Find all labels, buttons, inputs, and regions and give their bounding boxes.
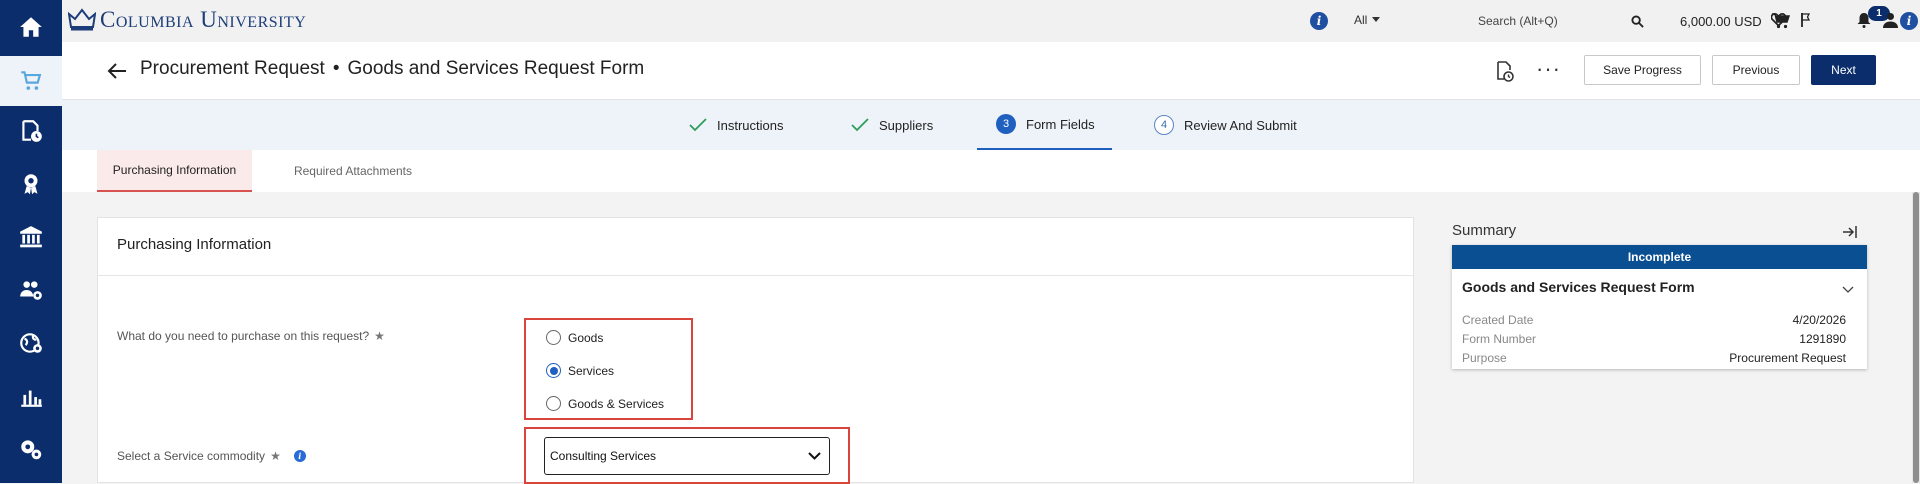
user-group-settings-icon[interactable]	[0, 265, 62, 315]
institution-building-icon[interactable]	[0, 212, 62, 262]
service-commodity-label-text: Select a Service commodity	[117, 449, 266, 463]
summary-key: Form Number	[1462, 332, 1537, 346]
page-title: Procurement Request • Goods and Services R…	[140, 58, 644, 80]
tab-purchasing-information[interactable]: Purchasing Information	[97, 150, 252, 192]
selected-commodity: Consulting Services	[550, 449, 657, 463]
radio-option-goods-and-services[interactable]: Goods & Services	[546, 396, 664, 411]
back-arrow-icon[interactable]	[106, 60, 128, 82]
search-scope-dropdown[interactable]: All	[1354, 13, 1381, 27]
step-label: Suppliers	[879, 117, 934, 133]
radio-button[interactable]	[546, 363, 561, 378]
award-ribbon-icon[interactable]	[0, 159, 62, 209]
step-label: Form Fields	[1026, 116, 1095, 132]
summary-heading: Summary	[1452, 222, 1517, 239]
step-number: 4	[1154, 115, 1174, 135]
bell-icon[interactable]	[1854, 10, 1874, 30]
tab-required-attachments[interactable]: Required Attachments	[278, 150, 428, 192]
scrollbar-thumb[interactable]	[1913, 192, 1919, 483]
cart-total-amount: 6,000.00 USD	[1680, 13, 1762, 29]
title-separator: •	[332, 58, 340, 79]
radio-label: Services	[568, 363, 615, 378]
checkmark-icon	[689, 118, 707, 132]
search-icon[interactable]	[1631, 14, 1644, 28]
checkmark-icon	[851, 118, 869, 132]
step-review-and-submit[interactable]: 4 Review And Submit	[1154, 100, 1297, 150]
summary-key: Created Date	[1462, 313, 1534, 327]
radio-button[interactable]	[546, 330, 561, 345]
service-commodity-highlight: Consulting Services	[524, 427, 850, 484]
section-title: Purchasing Information	[117, 236, 272, 253]
search-placeholder: Search (Alt+Q)	[1478, 14, 1558, 28]
more-options-button[interactable]: ···	[1536, 56, 1561, 82]
brand-logo[interactable]: Columbia University	[68, 7, 306, 33]
radio-option-services[interactable]: Services	[546, 363, 614, 378]
caret-down-icon	[1372, 17, 1381, 22]
chevron-down-icon[interactable]	[1842, 283, 1854, 295]
radio-button[interactable]	[546, 396, 561, 411]
service-commodity-label: Select a Service commodity ★ i	[117, 449, 306, 463]
top-bar: Columbia University i All Search (Alt+Q)…	[62, 0, 1920, 42]
crown-icon	[68, 8, 96, 31]
summary-value: 4/20/2026	[1792, 313, 1846, 327]
summary-row-form-number: Form Number 1291890	[1462, 332, 1846, 346]
summary-value: Procurement Request	[1729, 351, 1846, 365]
save-progress-button[interactable]: Save Progress	[1584, 55, 1701, 85]
summary-row-created-date: Created Date 4/20/2026	[1462, 313, 1846, 327]
bar-chart-icon[interactable]	[0, 371, 62, 421]
favorites-heart-icon[interactable]	[1768, 10, 1788, 30]
step-form-fields[interactable]: 3 Form Fields	[977, 100, 1112, 150]
purchase-type-label-text: What do you need to purchase on this req…	[117, 329, 370, 343]
next-button[interactable]: Next	[1811, 55, 1876, 85]
step-label: Review And Submit	[1184, 117, 1297, 133]
globe-settings-icon[interactable]	[0, 318, 62, 368]
summary-key: Purpose	[1462, 351, 1507, 365]
status-badge: Incomplete	[1452, 245, 1867, 269]
required-star-icon: ★	[374, 329, 385, 343]
page-title-form: Goods and Services Request Form	[347, 58, 645, 79]
step-suppliers[interactable]: Suppliers	[851, 100, 933, 150]
radio-label: Goods & Services	[568, 396, 665, 411]
flag-icon[interactable]	[1796, 10, 1816, 30]
radio-option-goods[interactable]: Goods	[546, 330, 603, 345]
summary-row-purpose: Purpose Procurement Request	[1462, 351, 1846, 365]
step-label: Instructions	[717, 117, 784, 133]
section-subtabs: Purchasing Information Required Attachme…	[62, 150, 1920, 192]
purchase-type-label: What do you need to purchase on this req…	[117, 329, 385, 343]
summary-card: Incomplete Goods and Services Request Fo…	[1452, 245, 1867, 369]
user-info-icon[interactable]: i	[1900, 12, 1918, 30]
collapse-panel-icon[interactable]	[1842, 224, 1858, 240]
required-star-icon: ★	[270, 449, 281, 463]
page-title-section: Procurement Request	[140, 58, 325, 79]
document-history-icon[interactable]	[0, 106, 62, 156]
search-input[interactable]: Search (Alt+Q)	[1472, 7, 1652, 35]
user-profile-icon[interactable]	[1880, 10, 1900, 30]
service-commodity-select[interactable]: Consulting Services	[544, 437, 830, 475]
summary-value: 1291890	[1799, 332, 1846, 346]
summary-form-name: Goods and Services Request Form	[1462, 279, 1695, 295]
document-history-icon[interactable]	[1492, 59, 1516, 83]
step-instructions[interactable]: Instructions	[689, 100, 783, 150]
radio-label: Goods	[568, 330, 604, 345]
brand-name: Columbia University	[100, 7, 307, 32]
step-number: 3	[996, 114, 1016, 134]
divider	[98, 275, 1413, 276]
left-nav-rail	[0, 0, 62, 483]
home-icon[interactable]	[0, 2, 62, 52]
shopping-cart-icon[interactable]	[0, 56, 62, 106]
page-header: Procurement Request • Goods and Services R…	[62, 42, 1920, 100]
admin-gears-icon[interactable]	[0, 424, 62, 474]
field-info-icon[interactable]: i	[293, 450, 306, 462]
form-stepper: Instructions Suppliers 3 Form Fields 4 R…	[62, 100, 1920, 150]
search-scope-value: All	[1354, 13, 1368, 27]
purchasing-information-card: Purchasing Information What do you need …	[97, 217, 1414, 484]
chevron-down-icon	[808, 452, 821, 460]
previous-button[interactable]: Previous	[1712, 55, 1800, 85]
help-info-icon[interactable]: i	[1310, 12, 1328, 30]
purchase-type-highlight: Goods Services Goods & Services	[524, 318, 693, 420]
